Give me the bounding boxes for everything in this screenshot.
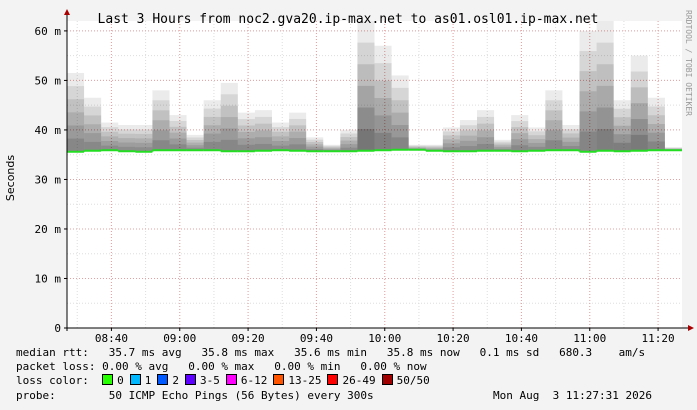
loss-color-swatch [327, 374, 339, 385]
loss-color-item: 6-12 [225, 374, 268, 387]
smoke-band [391, 137, 409, 150]
loss-color-item-label: 0 [117, 374, 124, 387]
smoke-band [84, 141, 102, 151]
loss-color-item-label: 6-12 [240, 374, 268, 387]
x-tick-label: 09:20 [232, 332, 265, 345]
y-axis-label: Seconds [4, 155, 17, 201]
y-tick-label: 20 m [35, 223, 62, 236]
loss-color-item: 1 [129, 374, 152, 387]
loss-color-item-label: 50/50 [396, 374, 430, 387]
smoke-band [67, 138, 85, 152]
loss-color-item: 2 [157, 374, 179, 387]
loss-color-item-label: 2 [172, 374, 179, 387]
loss-color-row: loss color: 0 1 2 3-5 6-12 13-25 26-49 50/50 [16, 374, 436, 387]
median-rtt-label: median rtt: [16, 346, 89, 359]
x-tick-label: 10:40 [505, 332, 538, 345]
loss-color-swatch [102, 374, 114, 385]
median-rtt-row: median rtt: 35.7 ms avg 35.8 ms max 35.6… [16, 346, 645, 359]
y-tick-label: 40 m [35, 124, 62, 137]
watermark: RRDTOOL / TOBI OETIKER [684, 10, 693, 116]
packet-loss-label: packet loss: [16, 360, 96, 373]
y-tick-label: 10 m [35, 272, 62, 285]
loss-color-items: 0 1 2 3-5 6-12 13-25 26-49 50/50 [102, 374, 436, 387]
y-tick-label: 60 m [35, 25, 62, 38]
smoke-band [220, 139, 238, 152]
smoke-band [647, 141, 665, 151]
smokeping-graph: 0 10 m 20 m 30 m 40 m 50 m 60 m 08:40 09:00 09:20… [0, 0, 697, 410]
packet-loss-row: packet loss: 0.00 % avg 0.00 % max 0.00 … [16, 360, 427, 373]
graph-date: Mon Aug 3 11:27:31 2026 [493, 389, 652, 402]
x-axis-arrow [688, 325, 694, 331]
smoke-band [596, 129, 614, 151]
loss-color-item-label: 1 [144, 374, 152, 387]
smoke-band [477, 143, 495, 151]
loss-color-label: loss color: [16, 374, 89, 387]
x-tick-label: 10:20 [437, 332, 470, 345]
y-axis-arrow [64, 9, 70, 15]
loss-color-swatch [381, 374, 393, 385]
smoke-band [152, 140, 170, 151]
smoke-band [579, 131, 597, 152]
loss-color-swatch [184, 374, 196, 385]
smoke-band [254, 143, 272, 151]
loss-color-swatch [157, 374, 169, 385]
x-tick-label: 08:40 [95, 332, 128, 345]
smoke-band [613, 142, 631, 152]
smoke-band [357, 129, 375, 151]
probe-row: probe: 50 ICMP Echo Pings (56 Bytes) eve… [16, 389, 681, 402]
loss-color-item: 26-49 [327, 374, 376, 387]
loss-color-swatch [225, 374, 237, 385]
x-tick-label: 10:00 [368, 332, 401, 345]
smoke-band [630, 134, 648, 151]
probe-label: probe: [16, 389, 56, 402]
loss-color-item: 50/50 [381, 374, 430, 387]
smoke-band [545, 140, 563, 151]
chart-title: Last 3 Hours from noc2.gva20.ip-max.net … [98, 12, 599, 27]
loss-color-item-label: 3-5 [199, 374, 220, 387]
x-tick-label: 11:00 [573, 332, 606, 345]
x-tick-label: 09:40 [300, 332, 333, 345]
loss-color-swatch [273, 374, 285, 385]
loss-color-item: 0 [102, 374, 124, 387]
loss-color-item-label: 13-25 [288, 374, 322, 387]
median-rtt-values: 35.7 ms avg 35.8 ms max 35.6 ms min 35.8… [108, 346, 646, 359]
smoke-band [374, 132, 392, 151]
loss-color-item-label: 26-49 [342, 374, 376, 387]
y-tick-label: 50 m [35, 74, 62, 87]
latency-chart: 0 10 m 20 m 30 m 40 m 50 m 60 m 08:40 09:00 09:20… [4, 9, 694, 345]
loss-color-item: 13-25 [273, 374, 321, 387]
packet-loss-values: 0.00 % avg 0.00 % max 0.00 % min 0.00 % … [102, 360, 427, 373]
smoke-band [203, 141, 221, 151]
x-tick-label: 11:20 [642, 332, 675, 345]
y-tick-label: 0 [54, 322, 61, 335]
loss-color-swatch [129, 374, 141, 385]
y-tick-label: 30 m [35, 173, 62, 186]
x-tick-label: 09:00 [163, 332, 196, 345]
probe-value: 50 ICMP Echo Pings (56 Bytes) every 300s [108, 389, 374, 402]
loss-color-item: 3-5 [184, 374, 220, 387]
